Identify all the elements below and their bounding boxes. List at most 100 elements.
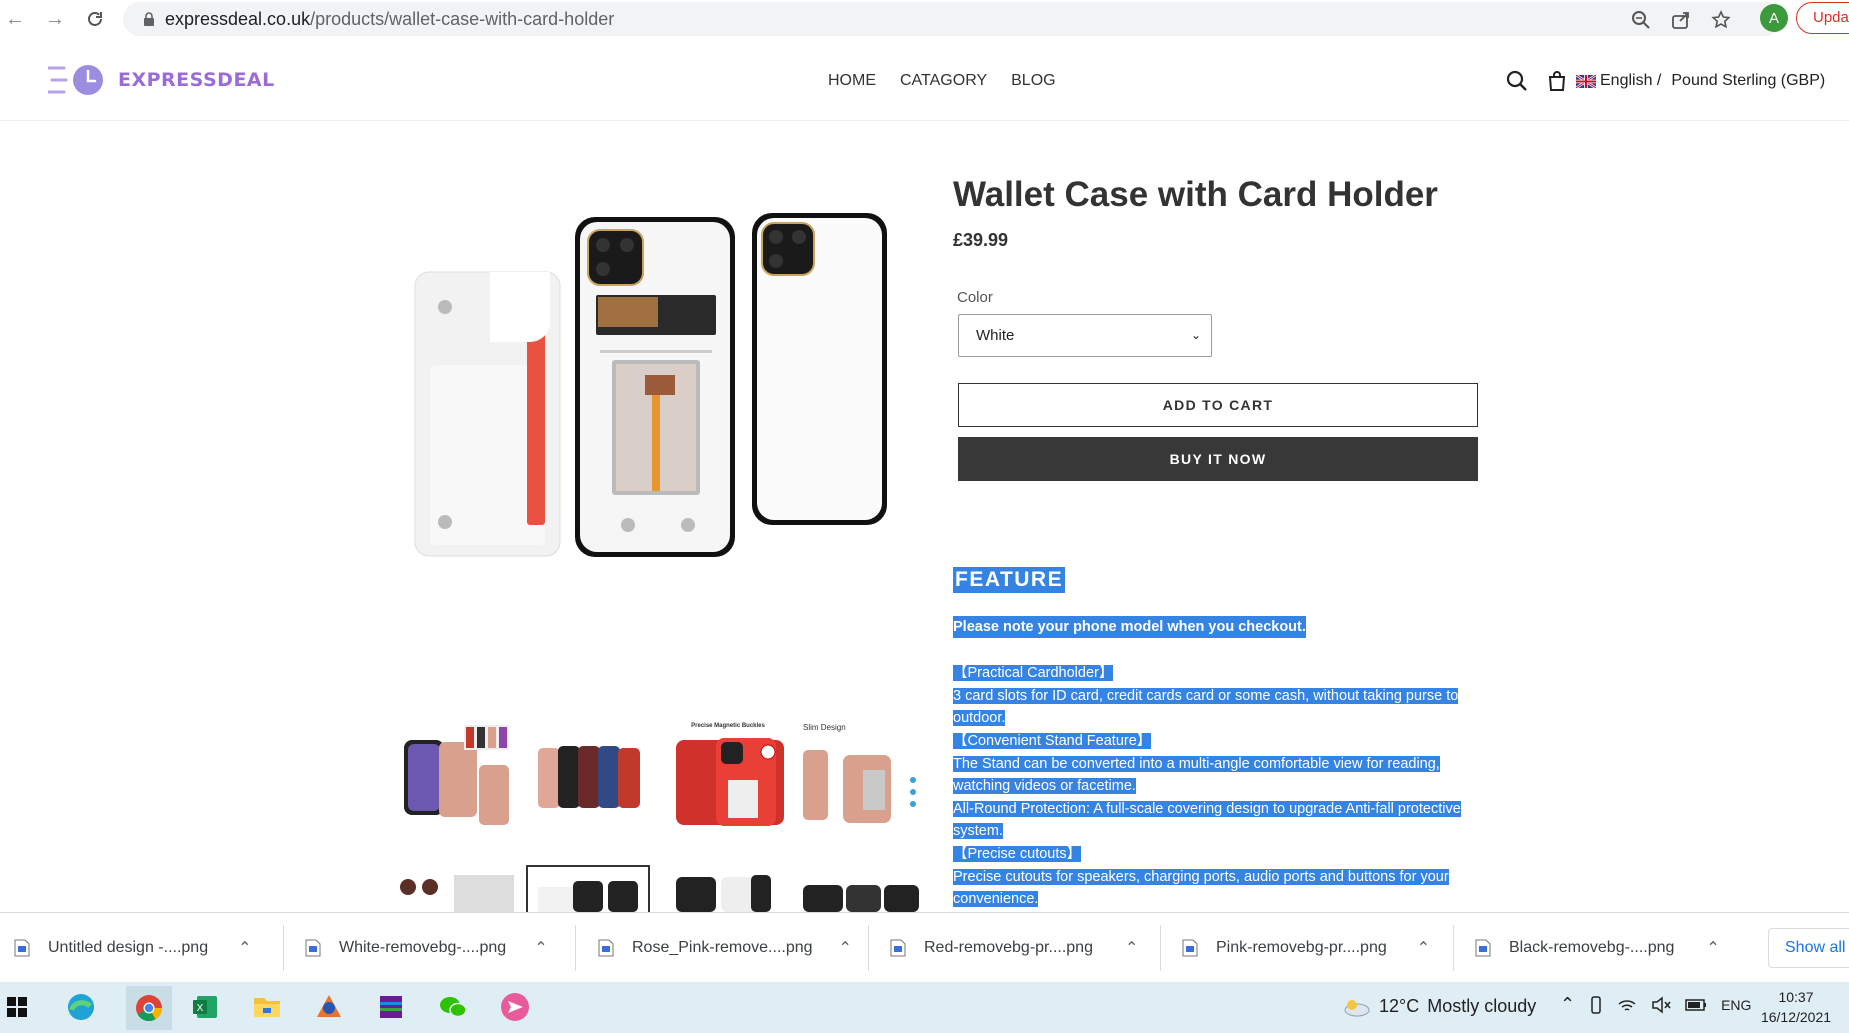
start-windows-icon[interactable]	[0, 990, 34, 1024]
edge-browser-icon[interactable]	[64, 990, 98, 1024]
download-item[interactable]: Pink-removebg-pr....png ⌃	[1182, 913, 1430, 983]
header-actions: English / Pound Sterling (GBP)	[1506, 68, 1825, 94]
battery-icon[interactable]	[1685, 998, 1707, 1012]
show-all-button[interactable]: Show all	[1768, 928, 1849, 968]
nav-home[interactable]: HOME	[828, 72, 876, 90]
search-icon[interactable]	[1506, 70, 1528, 92]
thumbnail-8[interactable]	[798, 865, 923, 912]
add-to-cart-button[interactable]: ADD TO CART	[958, 383, 1478, 427]
language-selector[interactable]: English /	[1600, 72, 1661, 90]
download-item[interactable]: White-removebg-....png ⌃	[305, 913, 548, 983]
svg-text:X: X	[197, 1003, 204, 1014]
feature-line-4: The Stand can be converted into a multi-…	[953, 755, 1440, 795]
system-tray: ⌃ ENG	[1560, 994, 1751, 1015]
image-file-icon	[890, 939, 906, 957]
thumbnail-6-image	[538, 881, 638, 912]
chevron-up-icon[interactable]: ⌃	[534, 938, 547, 958]
share-icon[interactable]	[1671, 10, 1691, 30]
windows-taskbar: X 12°C Mostly cloudy ⌃ ENG 10:37 16/12/2…	[0, 982, 1849, 1033]
wechat-icon[interactable]	[436, 990, 470, 1024]
thumbnail-4-caption: Slim Design	[803, 723, 846, 732]
thumbnail-2[interactable]	[530, 720, 655, 830]
url-text: expressdeal.co.uk/products/wallet-case-w…	[165, 9, 614, 30]
forward-icon[interactable]: →	[42, 6, 68, 32]
reload-icon[interactable]	[82, 6, 108, 32]
chevron-up-icon[interactable]: ⌃	[1125, 938, 1138, 958]
logo-text: EXPRESSDEAL	[118, 69, 275, 91]
address-bar[interactable]: expressdeal.co.uk/products/wallet-case-w…	[123, 2, 1782, 36]
download-filename: White-removebg-....png	[339, 939, 507, 956]
send-app-icon[interactable]	[498, 990, 532, 1024]
chevron-up-icon[interactable]: ⌃	[238, 938, 251, 958]
thumbnail-5[interactable]	[394, 865, 519, 912]
site-logo[interactable]: EXPRESSDEAL	[48, 62, 275, 98]
image-file-icon	[14, 939, 30, 957]
download-item[interactable]: Rose_Pink-remove....png ⌃	[598, 913, 852, 983]
file-explorer-icon[interactable]	[250, 990, 284, 1024]
input-language[interactable]: ENG	[1721, 997, 1751, 1013]
download-filename: Pink-removebg-pr....png	[1216, 939, 1387, 956]
usb-device-icon[interactable]	[1589, 995, 1603, 1015]
download-item[interactable]: Black-removebg-....png ⌃	[1475, 913, 1720, 983]
chevron-down-icon: ⌄	[1190, 328, 1201, 342]
image-file-icon	[1475, 939, 1491, 957]
wifi-icon[interactable]	[1617, 996, 1637, 1014]
system-clock[interactable]: 10:37 16/12/2021	[1756, 987, 1836, 1027]
product-title: Wallet Case with Card Holder	[953, 175, 1438, 214]
weather-widget[interactable]: 12°C Mostly cloudy	[1343, 996, 1536, 1017]
back-icon[interactable]: ←	[2, 6, 28, 32]
feature-line-1: 【Practical Cardholder】	[953, 665, 1114, 682]
thumbnail-4[interactable]: Slim Design	[798, 720, 923, 830]
feature-line-2: 3 card slots for ID card, credit cards c…	[953, 687, 1459, 727]
thumbnail-1[interactable]	[394, 720, 519, 830]
image-file-icon	[1182, 939, 1198, 957]
thumbnail-7[interactable]	[666, 865, 791, 912]
volume-muted-icon[interactable]	[1651, 995, 1671, 1014]
profile-avatar[interactable]: A	[1760, 4, 1788, 32]
divider	[1160, 925, 1161, 971]
browser-toolbar: ← → expressdeal.co.uk/products/wallet-ca…	[0, 0, 1849, 39]
lock-icon	[144, 12, 154, 26]
photo-app-icon[interactable]	[312, 990, 346, 1024]
main-product-image[interactable]	[390, 175, 920, 655]
chevron-up-icon[interactable]: ⌃	[1706, 938, 1719, 958]
chevron-up-icon[interactable]: ⌃	[839, 938, 852, 958]
image-file-icon	[305, 939, 321, 957]
feature-line-3: 【Convenient Stand Feature】	[953, 732, 1152, 749]
cloud-icon	[1344, 999, 1370, 1016]
update-button[interactable]: Upda	[1796, 2, 1849, 34]
chevron-up-icon[interactable]: ⌃	[1560, 994, 1575, 1015]
bookmark-star-icon[interactable]	[1711, 10, 1731, 30]
excel-icon[interactable]: X	[188, 990, 222, 1024]
zoom-icon[interactable]	[1631, 10, 1651, 30]
color-select[interactable]: White ⌄	[958, 314, 1212, 357]
download-filename: Rose_Pink-remove....png	[632, 939, 813, 956]
temperature: 12°C	[1379, 996, 1420, 1016]
clock-date: 16/12/2021	[1760, 1009, 1832, 1025]
winrar-icon[interactable]	[374, 990, 408, 1024]
thumbnail-6-selected[interactable]	[526, 865, 650, 912]
download-item[interactable]: Untitled design -....png ⌃	[14, 913, 252, 983]
divider	[1453, 925, 1454, 971]
feature-heading: FEATURE	[953, 567, 1066, 593]
uk-flag-icon	[1576, 74, 1596, 88]
nav-catagory[interactable]: CATAGORY	[900, 72, 987, 90]
url-path: /products/wallet-case-with-card-holder	[310, 9, 615, 29]
download-filename: Red-removebg-pr....png	[924, 939, 1093, 956]
feature-line-6: 【Precise cutouts】	[953, 845, 1082, 862]
feature-line-7: Precise cutouts for speakers, charging p…	[953, 868, 1449, 908]
chrome-browser-icon[interactable]	[126, 986, 172, 1030]
download-filename: Untitled design -....png	[48, 939, 209, 956]
url-host: expressdeal.co.uk	[165, 9, 311, 29]
downloads-bar: Untitled design -....png ⌃ White-removeb…	[0, 912, 1849, 983]
main-nav: HOME CATAGORY BLOG	[828, 72, 1056, 90]
thumbnail-3-caption: Precise Magnetic Buckles	[691, 723, 765, 729]
buy-it-now-button[interactable]: BUY IT NOW	[958, 437, 1478, 481]
thumbnail-3[interactable]: Precise Magnetic Buckles	[666, 720, 791, 830]
weather-condition: Mostly cloudy	[1427, 996, 1537, 1016]
chevron-up-icon[interactable]: ⌃	[1417, 938, 1430, 958]
download-item[interactable]: Red-removebg-pr....png ⌃	[890, 913, 1138, 983]
currency-selector[interactable]: Pound Sterling (GBP)	[1671, 72, 1825, 90]
cart-icon[interactable]	[1546, 70, 1568, 92]
nav-blog[interactable]: BLOG	[1011, 72, 1055, 90]
